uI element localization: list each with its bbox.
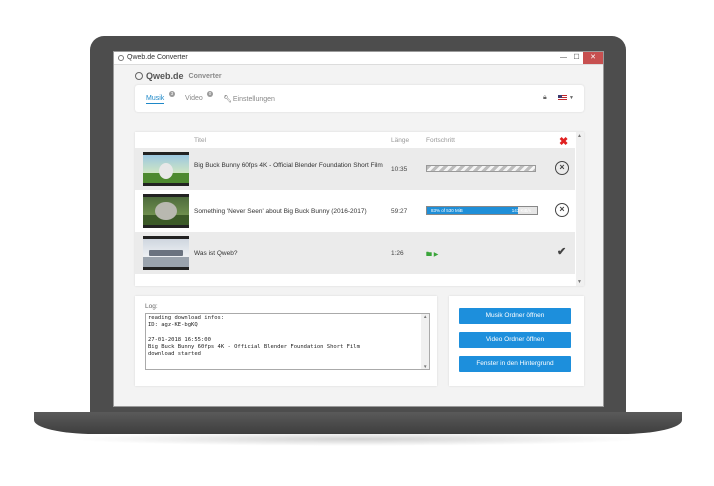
row-length: 59:27 — [391, 208, 408, 215]
video-thumbnail — [143, 194, 189, 228]
tab-musik-count-badge: 3 — [169, 91, 175, 97]
cancel-icon[interactable]: × — [555, 161, 569, 175]
progress-speed-text: 143 KiB/s — [511, 208, 531, 213]
progress-bar: 83% of 530 MiB 143 KiB/s — [426, 206, 538, 215]
progress-bar-pending — [426, 165, 536, 172]
column-header-progress: Fortschritt — [426, 137, 455, 144]
brand-name: Qweb.de — [146, 71, 184, 81]
progress-size-text: 83% of 530 MiB — [431, 208, 463, 213]
wrench-icon: 🔧︎ — [223, 96, 232, 103]
log-label: Log: — [145, 303, 158, 310]
window-controls: — ☐ ✕ — [557, 52, 603, 64]
log-text: reading download infos: ID: agz-KE-bgKQ … — [148, 315, 360, 358]
cancel-icon[interactable]: × — [555, 203, 569, 217]
laptop-base — [34, 412, 682, 434]
table-scrollbar[interactable]: ▲ ▼ — [576, 132, 584, 286]
remove-all-icon[interactable]: ✖ — [559, 137, 568, 148]
tab-video-count-badge: 0 — [207, 91, 213, 97]
open-video-folder-button[interactable]: Video Ordner öffnen — [459, 332, 571, 348]
table-row: Something 'Never Seen' about Big Buck Bu… — [135, 190, 575, 232]
app-window: Qweb.de Converter — ☐ ✕ Qweb.de Converte… — [113, 51, 604, 407]
folder-icon[interactable]: 🖿︎ — [426, 252, 432, 258]
app-icon — [118, 55, 124, 61]
checkmark-icon: ✔ — [557, 246, 567, 258]
title-bar: Qweb.de Converter — ☐ ✕ — [114, 52, 603, 65]
maximize-button[interactable]: ☐ — [570, 52, 583, 64]
video-thumbnail — [143, 152, 189, 186]
chevron-down-icon[interactable]: ▼ — [569, 95, 574, 101]
row-length: 1:26 — [391, 250, 404, 257]
us-flag-icon[interactable] — [558, 95, 567, 101]
brand-logo: Qweb.de Converter — [135, 71, 222, 81]
log-scrollbar[interactable]: ▲ ▼ — [421, 314, 429, 369]
close-button[interactable]: ✕ — [583, 52, 603, 64]
lock-icon[interactable]: 🔒︎ — [543, 94, 547, 102]
table-row: Big Buck Bunny 60fps 4K - Official Blend… — [135, 148, 575, 190]
qweb-logo-icon — [135, 72, 143, 80]
tab-einstellungen[interactable]: 🔧︎Einstellungen — [223, 95, 275, 103]
tab-video[interactable]: Video — [185, 95, 203, 102]
window-title: Qweb.de Converter — [127, 54, 188, 61]
row-title: Big Buck Bunny 60fps 4K - Official Blend… — [194, 162, 383, 169]
video-thumbnail — [143, 236, 189, 270]
brand-subtitle: Converter — [188, 72, 222, 80]
scroll-down-icon[interactable]: ▼ — [423, 364, 427, 369]
download-table: Titel Länge Fortschritt ✖ Big Buck Bunny… — [135, 132, 584, 286]
row-length: 10:35 — [391, 166, 408, 173]
log-panel: Log: reading download infos: ID: agz-KE-… — [135, 296, 437, 386]
scroll-up-icon[interactable]: ▲ — [577, 133, 582, 139]
actions-panel: Musik Ordner öffnen Video Ordner öffnen … — [449, 296, 584, 386]
row-title: Was ist Qweb? — [194, 250, 238, 257]
log-textarea[interactable]: reading download infos: ID: agz-KE-bgKQ … — [145, 313, 430, 370]
open-music-folder-button[interactable]: Musik Ordner öffnen — [459, 308, 571, 324]
minimize-button[interactable]: — — [557, 52, 570, 64]
row-title: Something 'Never Seen' about Big Buck Bu… — [194, 208, 367, 215]
table-header: Titel Länge Fortschritt ✖ — [135, 132, 575, 148]
column-header-title: Titel — [194, 137, 207, 144]
column-header-length: Länge — [391, 137, 410, 144]
tab-musik[interactable]: Musik — [146, 95, 165, 104]
table-row: Was ist Qweb? 1:26 🖿︎ ▶︎ ✔ — [135, 232, 575, 274]
laptop-shadow — [70, 432, 644, 446]
scroll-up-icon[interactable]: ▲ — [423, 314, 427, 319]
nav-bar: Musik 3 Video 0 🔧︎Einstellungen 🔒︎ ▼ — [135, 85, 584, 112]
send-to-background-button[interactable]: Fenster in den Hintergrund — [459, 356, 571, 372]
scroll-down-icon[interactable]: ▼ — [577, 279, 582, 285]
tab-einstellungen-label: Einstellungen — [232, 96, 275, 103]
play-icon[interactable]: ▶︎ — [434, 252, 439, 258]
